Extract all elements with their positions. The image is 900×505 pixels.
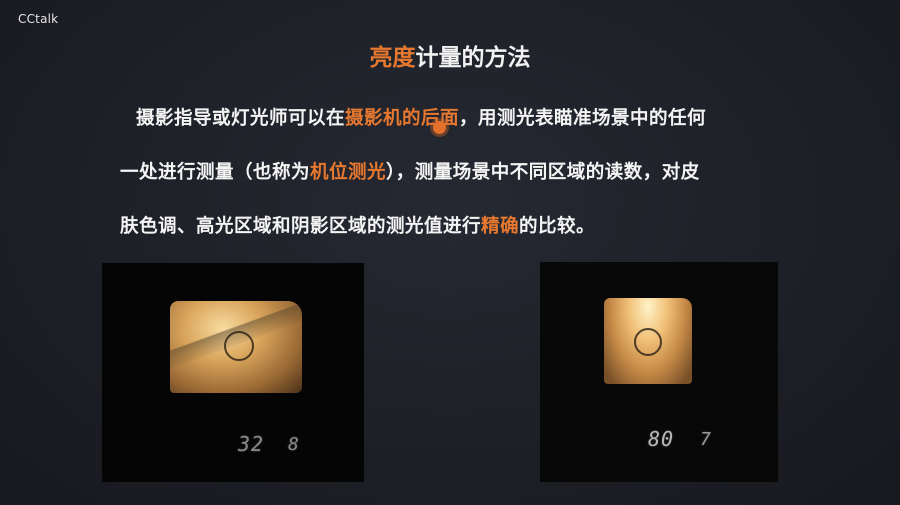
body-line-1-text: 摄影指导或灯光师可以在 (136, 108, 346, 129)
body-line-2-text: 一处进行测量（也称为 (120, 162, 311, 183)
body-line-1-tail: ，用测光表瞄准场景中的任何 (459, 108, 707, 129)
body-line-1: 摄影指导或灯光师可以在摄影机的后面，用测光表瞄准场景中的任何 (120, 92, 840, 146)
body-line-2: 一处进行测量（也称为机位测光），测量场景中不同区域的读数，对皮 (120, 146, 840, 200)
light-meter-photo-left: 32 8 (102, 263, 364, 482)
meter-reading-sub: 8 (288, 434, 300, 455)
slide-title-accent: 亮度 (369, 45, 416, 71)
app-brand-label: CCtalk (18, 12, 59, 26)
viewfinder-image (170, 301, 302, 393)
meter-reading-sub: 7 (700, 429, 712, 450)
body-line-3-tail: 的比较。 (519, 216, 596, 237)
body-line-2-highlight: 机位测光 (310, 162, 387, 183)
presentation-slide: CCtalk 亮度计量的方法 摄影指导或灯光师可以在摄影机的后面，用测光表瞄准场… (0, 0, 900, 505)
slide-title: 亮度计量的方法 (0, 38, 900, 72)
spot-meter-circle-icon (634, 328, 662, 356)
laser-pointer-dot (433, 121, 446, 134)
body-line-3-text: 肤色调、高光区域和阴影区域的测光值进行 (120, 216, 482, 237)
spot-meter-circle-icon (224, 331, 254, 361)
light-meter-photo-right: 80 7 (540, 262, 778, 482)
body-line-3: 肤色调、高光区域和阴影区域的测光值进行精确的比较。 (120, 200, 840, 254)
viewfinder-image (604, 298, 692, 384)
slide-body-text: 摄影指导或灯光师可以在摄影机的后面，用测光表瞄准场景中的任何 一处进行测量（也称… (120, 92, 840, 254)
meter-reading-main: 80 (648, 427, 675, 451)
meter-reading-main: 32 (238, 432, 265, 456)
slide-title-rest: 计量的方法 (415, 45, 531, 71)
body-line-2-tail: ），测量场景中不同区域的读数，对皮 (386, 162, 700, 183)
body-line-3-highlight: 精确 (481, 216, 520, 237)
